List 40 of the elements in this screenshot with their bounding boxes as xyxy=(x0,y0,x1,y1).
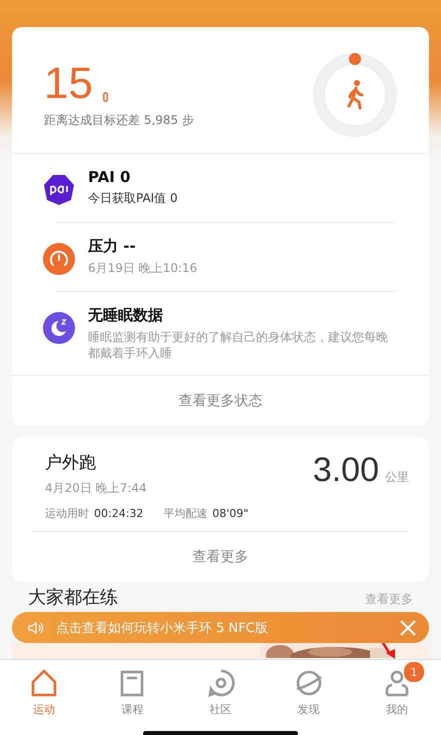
tip-banner[interactable]: 点击查看如何玩转小米手环 5 NFC版 xyxy=(12,612,429,643)
more-status-button[interactable]: 查看更多状态 xyxy=(12,376,429,426)
annotation-arrow xyxy=(382,643,398,659)
notification-badge: 1 xyxy=(402,661,425,683)
status-subtitle: 睡眠监测有助于更好的了解自己的身体状态，建议您每晚都戴着手环入睡 xyxy=(88,330,389,362)
banner-text: 点击查看如何玩转小米手环 5 NFC版 xyxy=(56,620,269,636)
target-icon xyxy=(206,668,236,698)
stat-value: 08'09" xyxy=(212,507,248,520)
see-more-link[interactable]: 查看更多 xyxy=(365,593,413,606)
status-subtitle: 6月19日 晚上10:16 xyxy=(88,261,198,277)
status-title: 无睡眠数据 xyxy=(88,306,164,325)
workout-title: 户外跑 xyxy=(45,452,97,474)
moon-icon xyxy=(43,312,75,344)
tab[interactable]: 我的 1 xyxy=(352,660,441,721)
status-title: PAI 0 xyxy=(88,168,132,186)
tab[interactable]: 社区 xyxy=(176,660,265,721)
speaker-icon xyxy=(28,620,44,634)
step-goal-text: 距离达成目标还差 5,985 步 xyxy=(44,112,194,128)
stat-label: 平均配速 xyxy=(163,506,208,522)
tab[interactable]: 课程 xyxy=(88,660,176,721)
gauge-icon xyxy=(43,243,75,275)
walking-person-icon xyxy=(348,80,364,110)
planet-icon xyxy=(294,668,324,698)
band-icon xyxy=(102,92,108,102)
status-subtitle: 今日获取PAI值 0 xyxy=(88,191,178,207)
status-title: 压力 -- xyxy=(88,237,137,256)
progress-dot xyxy=(349,53,361,65)
home-icon xyxy=(29,668,60,698)
stat-value: 00:24:32 xyxy=(94,507,144,520)
close-icon[interactable] xyxy=(399,618,417,636)
distance-unit: 公里 xyxy=(385,469,409,486)
pai-icon xyxy=(43,174,75,206)
tab[interactable]: 发现 xyxy=(264,660,353,721)
step-count: 15 xyxy=(44,62,93,106)
tab[interactable]: 运动 xyxy=(0,660,88,721)
more-workouts-button[interactable]: 查看更多 xyxy=(12,532,429,582)
workout-date: 4月20日 晚上7:44 xyxy=(45,480,147,498)
stat-label: 运动用时 xyxy=(45,506,89,522)
distance-value: 3.00 xyxy=(312,451,379,490)
section-title: 大家都在练 xyxy=(28,588,118,608)
